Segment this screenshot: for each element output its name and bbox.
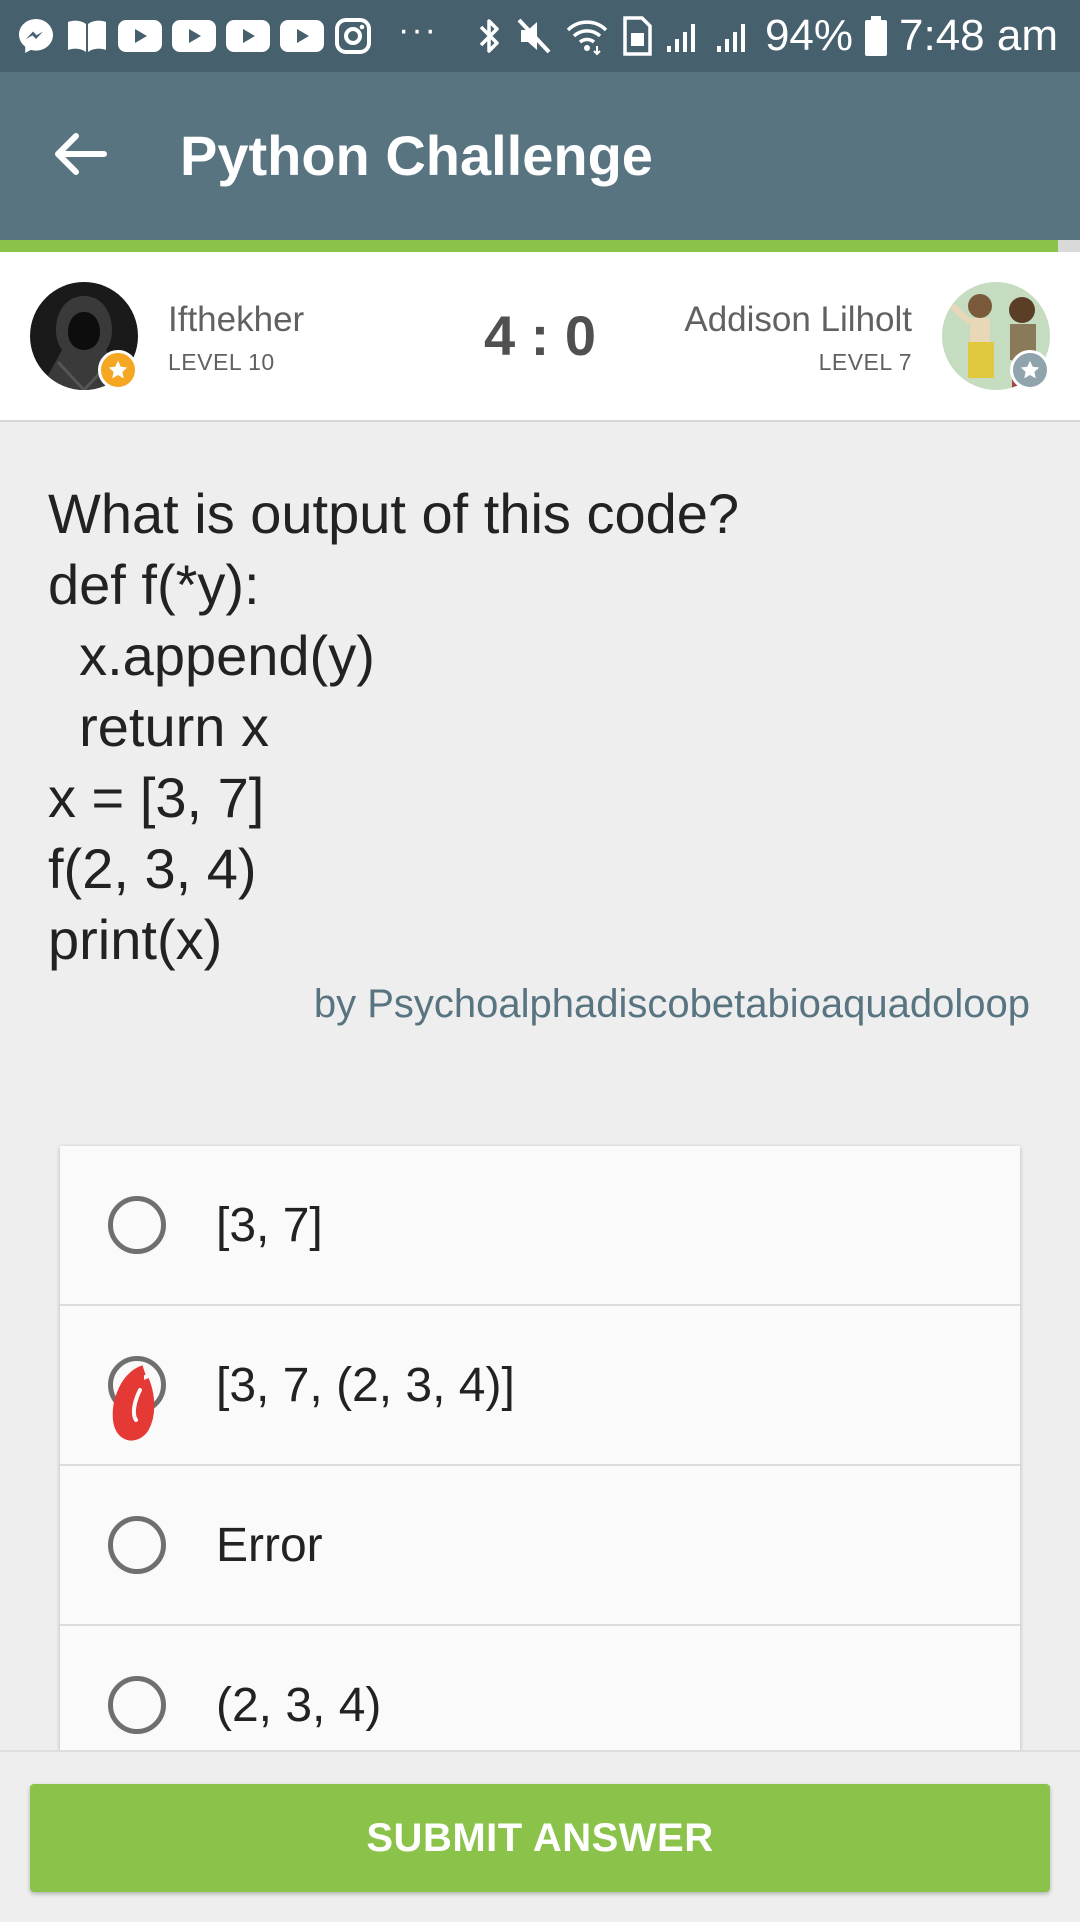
- player-right-avatar[interactable]: [942, 282, 1050, 390]
- radio-button[interactable]: [108, 1196, 166, 1254]
- bottom-bar: SUBMIT ANSWER: [0, 1750, 1080, 1922]
- player-left-level: LEVEL 10: [168, 349, 275, 375]
- radio-button[interactable]: [108, 1516, 166, 1574]
- answer-options: [3, 7] [3, 7, (2, 3, 4)] Error (2, 3, 4): [60, 1146, 1020, 1750]
- signal-icon: [715, 18, 753, 54]
- player-right-name: Addison Lilholt: [684, 300, 912, 339]
- bluetooth-icon: [477, 16, 503, 56]
- radio-button[interactable]: [108, 1676, 166, 1734]
- messenger-icon: [16, 16, 56, 56]
- answer-option-label: [3, 7, (2, 3, 4)]: [216, 1359, 515, 1412]
- radio-button[interactable]: [108, 1356, 166, 1414]
- challenge-progress-bar: [0, 240, 1080, 252]
- signal-icon: [665, 18, 703, 54]
- player-left-name: Ifthekher: [168, 300, 305, 339]
- battery-percent: 94%: [764, 11, 854, 60]
- player-left-avatar[interactable]: [30, 282, 138, 390]
- star-icon: [1019, 359, 1041, 381]
- youtube-icon: [172, 20, 216, 52]
- app-bar: Python Challenge: [0, 72, 1080, 240]
- youtube-icon: [226, 20, 270, 52]
- question-text: What is output of this code? def f(*y): …: [48, 482, 740, 971]
- challenge-progress-fill: [0, 240, 1059, 252]
- youtube-icon: [280, 20, 324, 52]
- question-author[interactable]: by Psychoalphadiscobetabioaquadoloop: [314, 980, 1030, 1028]
- sim-icon: [621, 16, 653, 56]
- answer-option[interactable]: (2, 3, 4): [60, 1626, 1020, 1750]
- answer-option[interactable]: [3, 7, (2, 3, 4)]: [60, 1306, 1020, 1466]
- submit-answer-button[interactable]: SUBMIT ANSWER: [30, 1784, 1050, 1892]
- clock: 7:48 am: [899, 11, 1058, 60]
- arrow-left-icon: [52, 130, 108, 183]
- book-icon: [66, 18, 108, 54]
- answer-option[interactable]: Error: [60, 1466, 1020, 1626]
- notification-icons: ···: [16, 10, 450, 58]
- back-button[interactable]: [40, 116, 120, 196]
- more-notifications-indicator: ···: [398, 10, 438, 49]
- battery-icon: [865, 16, 888, 56]
- youtube-icon: [118, 20, 162, 52]
- answer-option-label: Error: [216, 1519, 323, 1572]
- wifi-icon: [565, 16, 609, 56]
- answer-option-label: [3, 7]: [216, 1199, 323, 1252]
- answer-option-label: (2, 3, 4): [216, 1679, 382, 1732]
- status-bar: ··· 94% 7:48 am: [0, 0, 1080, 72]
- player-left-badge: [98, 350, 138, 390]
- page-title: Python Challenge: [180, 124, 653, 187]
- match-score: 4 : 0: [483, 304, 597, 367]
- match-header: Ifthekher LEVEL 10 4 : 0 Addison Lilholt…: [0, 252, 1080, 422]
- player-right-level: LEVEL 7: [818, 349, 912, 375]
- instagram-icon: [334, 17, 372, 55]
- answer-option[interactable]: [3, 7]: [60, 1146, 1020, 1306]
- mute-icon: [515, 16, 553, 56]
- system-status: 94% 7:48 am: [477, 0, 1058, 72]
- star-icon: [107, 359, 129, 381]
- player-right-badge: [1010, 350, 1050, 390]
